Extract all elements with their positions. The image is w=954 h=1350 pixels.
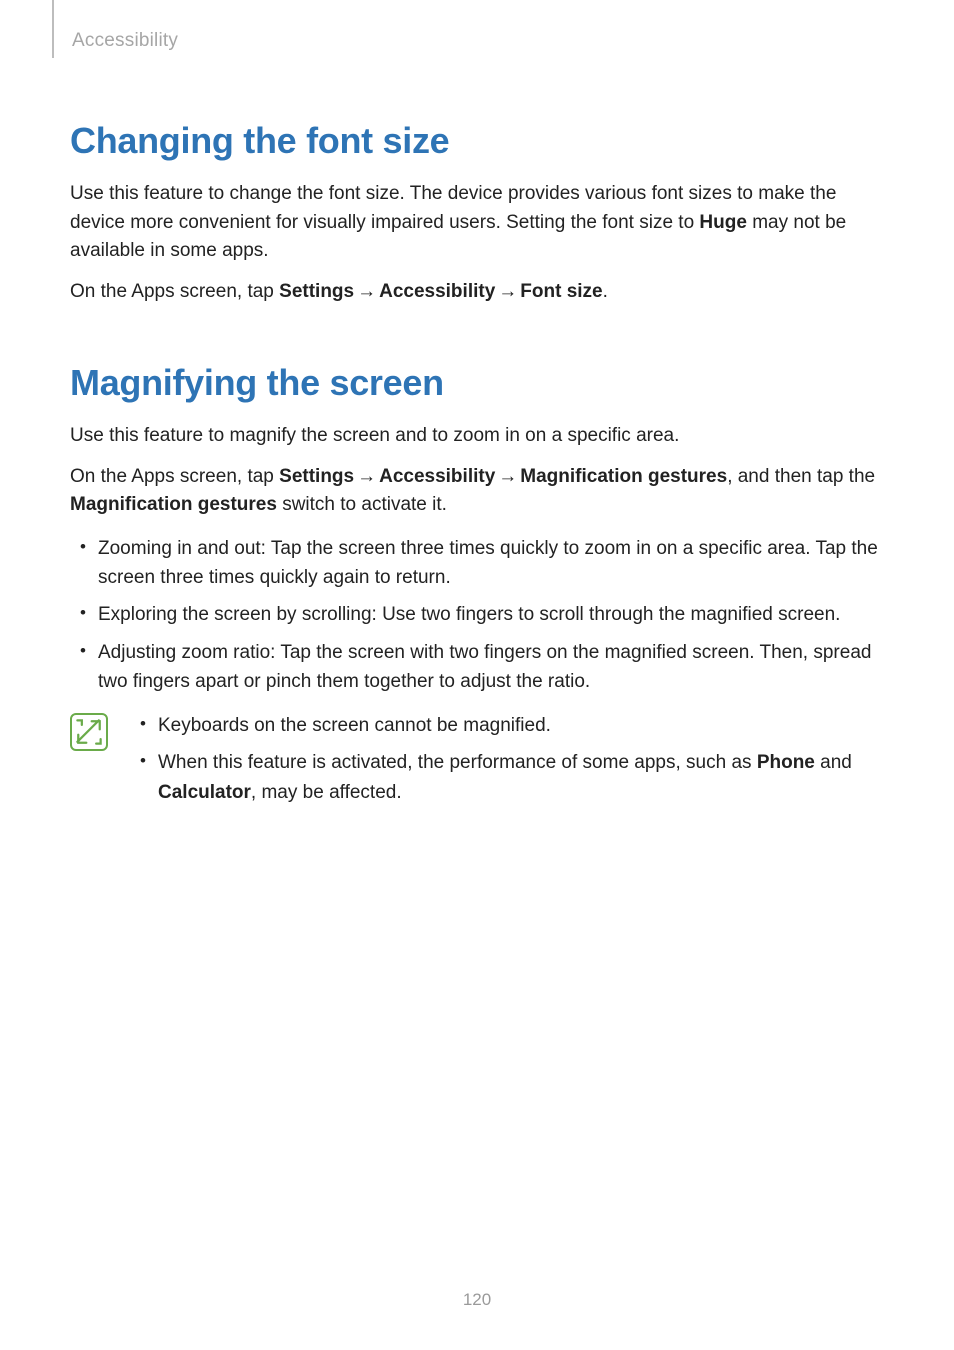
text: On the Apps screen, tap [70,466,279,487]
text: . [603,281,608,302]
paragraph-nav-path: On the Apps screen, tap Settings→Accessi… [70,278,884,307]
note-icon [70,713,108,751]
arrow-icon: → [495,281,520,302]
paragraph: Use this feature to change the font size… [70,180,884,266]
list-item: Adjusting zoom ratio: Tap the screen wit… [98,638,884,697]
nav-step: Settings [279,281,354,302]
list-item: Exploring the screen by scrolling: Use t… [98,600,884,629]
text-bold: Magnification gestures [70,494,277,515]
section-magnify: Magnifying the screen Use this feature t… [70,362,884,815]
breadcrumb: Accessibility [72,30,178,52]
arrow-icon: → [354,281,379,302]
text-bold: Phone [757,752,815,773]
section-font-size: Changing the font size Use this feature … [70,120,884,306]
page-number: 120 [0,1290,954,1310]
list-item: When this feature is activated, the perf… [158,748,884,807]
text: On the Apps screen, tap [70,281,279,302]
text: When this feature is activated, the perf… [158,752,757,773]
text: , and then tap the [727,466,875,487]
list-item: Zooming in and out: Tap the screen three… [98,534,884,593]
heading-magnify: Magnifying the screen [70,362,884,404]
header-rule [52,0,54,58]
paragraph: Use this feature to magnify the screen a… [70,422,884,451]
text: and [815,752,852,773]
nav-step: Magnification gestures [520,466,727,487]
paragraph-nav-path: On the Apps screen, tap Settings→Accessi… [70,463,884,520]
text: switch to activate it. [277,494,447,515]
page-body: Changing the font size Use this feature … [0,0,954,815]
nav-step: Accessibility [379,466,495,487]
list-item: Keyboards on the screen cannot be magnif… [158,711,884,740]
nav-step: Accessibility [379,281,495,302]
note-list: Keyboards on the screen cannot be magnif… [126,711,884,815]
text: , may be affected. [251,782,402,803]
bullet-list: Zooming in and out: Tap the screen three… [70,534,884,697]
nav-step: Settings [279,466,354,487]
heading-font-size: Changing the font size [70,120,884,162]
arrow-icon: → [354,466,379,487]
text-bold: Calculator [158,782,251,803]
text-bold: Huge [699,212,747,233]
note-block: Keyboards on the screen cannot be magnif… [70,711,884,815]
nav-step: Font size [520,281,602,302]
arrow-icon: → [495,466,520,487]
